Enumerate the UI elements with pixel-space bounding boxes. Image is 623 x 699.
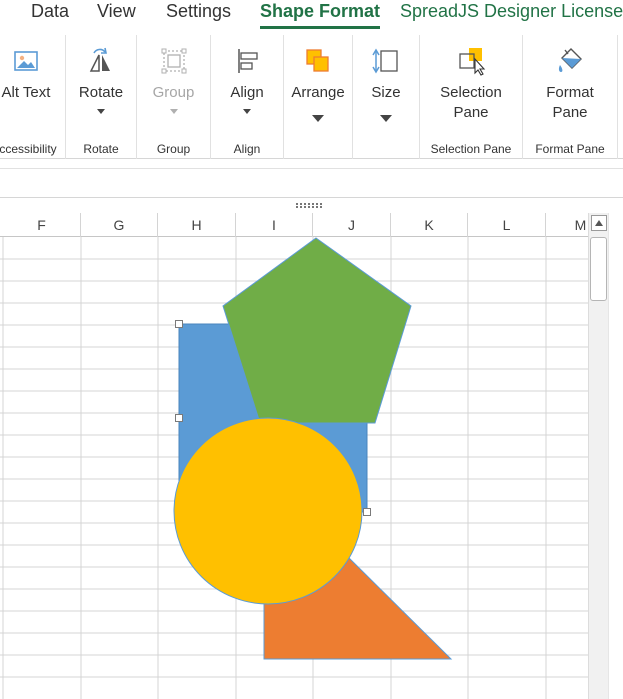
size-dropdown-arrow [380, 115, 392, 122]
selection-pane-group: Selection Pane Selection Pane [420, 35, 522, 159]
rotate-dropdown-arrow [97, 109, 105, 114]
selection-handle[interactable] [175, 414, 183, 422]
group-button[interactable]: Group [137, 35, 210, 135]
selection-pane-group-label: Selection Pane [430, 142, 512, 156]
selection-pane-label-line1: Selection [440, 84, 502, 101]
size-label: Size [371, 84, 401, 101]
selection-pane-icon [459, 48, 486, 76]
group-label: Group [152, 84, 195, 101]
selection-pane-label-line2: Pane [453, 104, 489, 121]
accessibility-group: Alt Text ccessibility [0, 35, 65, 159]
rotate-group-label: Rotate [83, 142, 119, 156]
group-group-label: Group [156, 142, 191, 156]
rotate-button[interactable]: Rotate [66, 35, 136, 135]
accessibility-group-label: ccessibility [0, 142, 57, 156]
arrange-group: Arrange [284, 35, 352, 159]
group-group: Group Group [137, 35, 210, 159]
align-group-label: Align [233, 142, 261, 156]
rotate-label: Rotate [78, 84, 124, 101]
yellow-circle-shape[interactable] [173, 417, 363, 605]
align-label: Align [230, 84, 264, 101]
arrange-label: Arrange [291, 84, 345, 101]
paint-bucket-icon [558, 48, 582, 72]
selection-handle[interactable] [175, 320, 183, 328]
tab-data[interactable]: Data [31, 0, 69, 22]
group-dropdown-arrow [169, 109, 178, 114]
tab-settings[interactable]: Settings [166, 0, 231, 22]
tab-view[interactable]: View [97, 0, 136, 22]
vertical-scrollbar[interactable] [588, 213, 608, 699]
format-pane-group: Format Pane Format Pane [523, 35, 617, 159]
scroll-up-arrow-icon[interactable] [591, 215, 607, 231]
align-left-icon [238, 49, 258, 73]
size-icon [372, 48, 398, 74]
spreadsheet[interactable]: F G H I J K L M [0, 213, 588, 699]
group-divider [617, 35, 618, 159]
size-group: Size [353, 35, 419, 159]
green-pentagon-shape[interactable] [222, 237, 412, 424]
formula-bar-area [0, 168, 623, 198]
format-pane-label-line2: Pane [552, 104, 588, 121]
selection-handle[interactable] [363, 508, 371, 516]
size-button[interactable]: Size [353, 35, 419, 135]
align-group: Align Align [211, 35, 283, 159]
arrange-dropdown-arrow [312, 115, 324, 122]
ribbon-tabs: Data View Settings Shape Format SpreadJS… [0, 0, 623, 32]
align-dropdown-arrow [243, 109, 251, 114]
format-pane-button[interactable]: Format Pane [523, 35, 617, 135]
alt-text-button[interactable]: Alt Text [0, 35, 62, 135]
group-objects-icon [161, 48, 186, 74]
align-button[interactable]: Align [211, 35, 283, 135]
format-pane-group-label: Format Pane [535, 142, 605, 156]
selection-pane-button[interactable]: Selection Pane [420, 35, 522, 135]
ribbon: Alt Text ccessibility Rotate Rotate Grou… [0, 35, 623, 159]
right-pane-edge [608, 213, 623, 699]
rotate-icon [89, 47, 110, 72]
splitter-handle[interactable] [296, 203, 326, 208]
rotate-group: Rotate Rotate [66, 35, 136, 159]
alt-text-label: Alt Text [1, 84, 51, 101]
scrollbar-thumb[interactable] [590, 237, 607, 301]
tab-shape-format[interactable]: Shape Format [260, 0, 381, 29]
alt-text-icon [14, 51, 38, 71]
arrange-icon [306, 49, 329, 72]
tab-designer-license[interactable]: SpreadJS Designer License [400, 0, 623, 22]
shapes-layer [173, 237, 453, 660]
arrange-button[interactable]: Arrange [284, 35, 352, 135]
format-pane-label-line1: Format [546, 84, 594, 101]
